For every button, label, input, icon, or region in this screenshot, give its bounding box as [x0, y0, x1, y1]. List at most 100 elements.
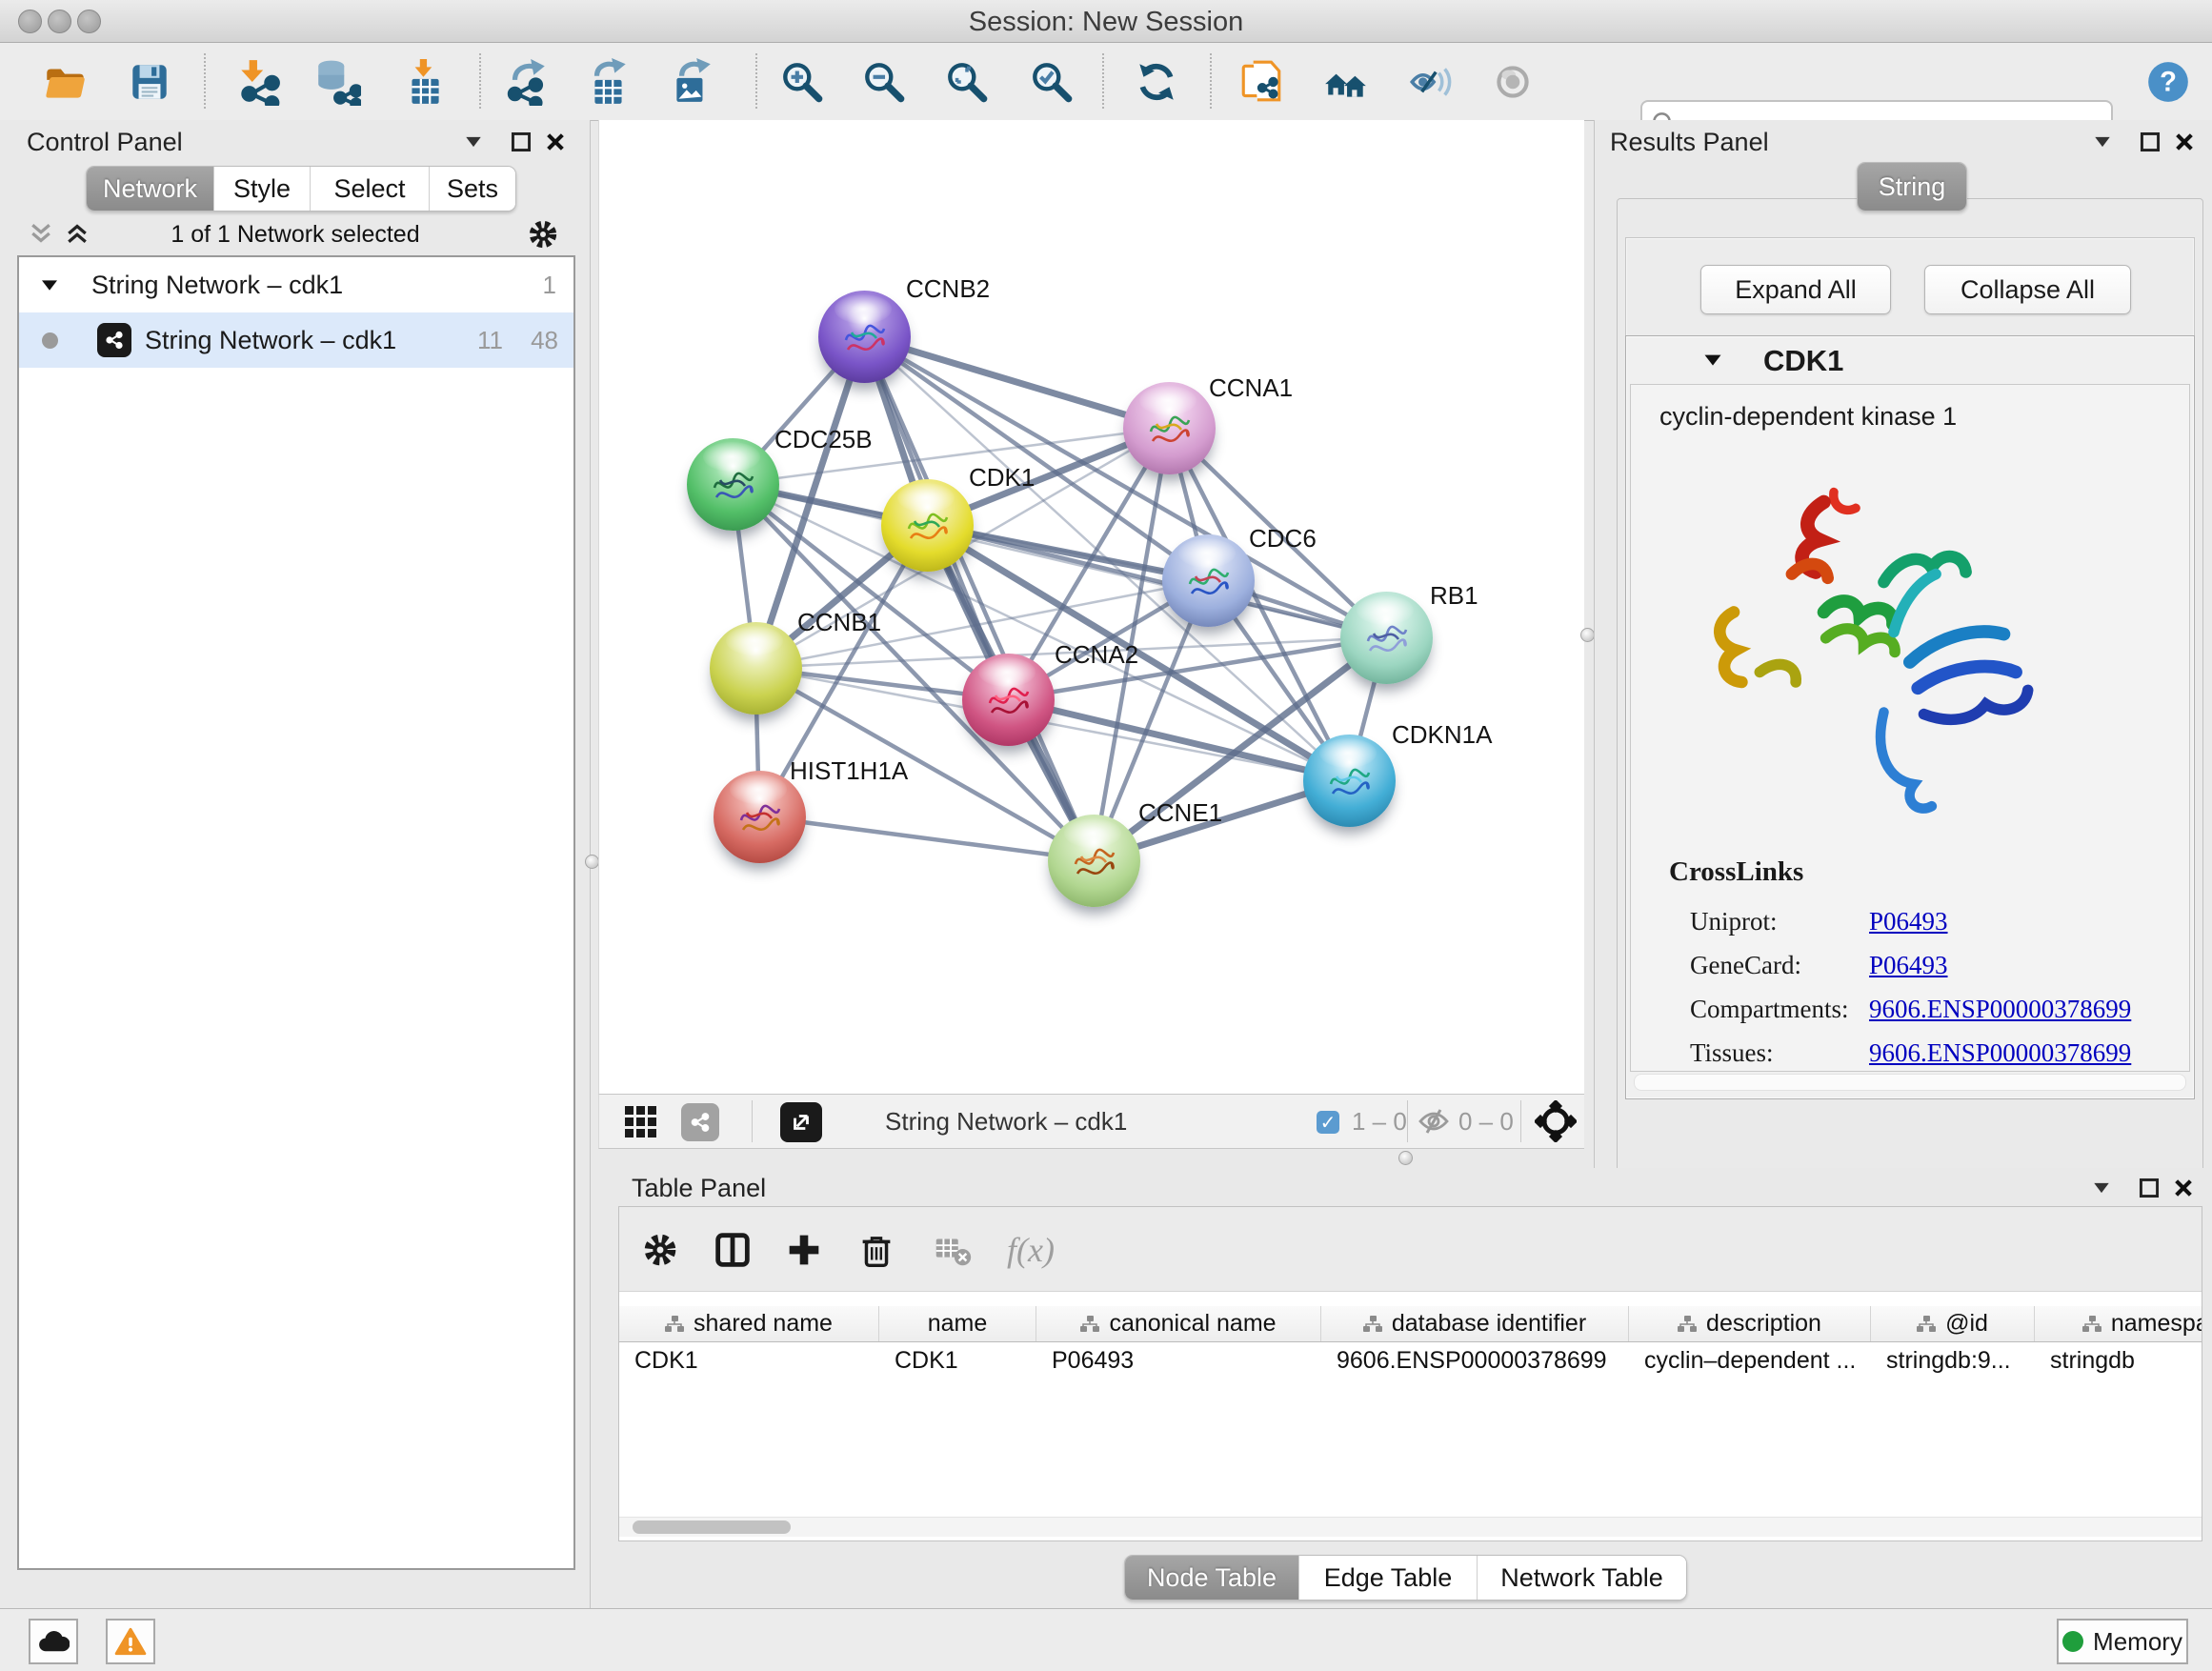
close-panel-icon[interactable]	[545, 131, 566, 152]
gene-section-scrollbar[interactable]	[1634, 1074, 2186, 1091]
crosslink-link[interactable]: P06493	[1869, 907, 1948, 936]
crosslink-link[interactable]: 9606.ENSP00000378699	[1869, 1038, 2131, 1068]
tab-sets[interactable]: Sets	[429, 167, 515, 211]
table-cell[interactable]: P06493	[1036, 1341, 1321, 1379]
expand-all-button[interactable]: Expand All	[1700, 265, 1891, 314]
network-node-CDC25B[interactable]	[687, 438, 779, 531]
network-options-gear-icon[interactable]	[524, 215, 562, 253]
network-node-CCNA1[interactable]	[1123, 382, 1216, 474]
right-splitter-handle[interactable]	[1580, 628, 1595, 642]
gene-section-header[interactable]: CDK1	[1626, 336, 2194, 384]
network-node-CCNB2[interactable]	[818, 291, 911, 383]
delete-column-trash-icon[interactable]	[851, 1224, 902, 1276]
network-row[interactable]: String Network – cdk1 11 48	[19, 312, 573, 368]
selected-checkbox-icon[interactable]: ✓	[1317, 1111, 1339, 1134]
zoom-fit-button[interactable]	[942, 56, 992, 108]
cloud-button[interactable]	[29, 1619, 78, 1664]
delete-table-icon[interactable]	[927, 1224, 978, 1276]
column-header-description[interactable]: description	[1629, 1306, 1871, 1341]
import-table-button[interactable]	[400, 56, 450, 108]
detach-view-icon[interactable]	[780, 1102, 822, 1142]
grid-view-icon[interactable]	[622, 1103, 658, 1139]
help-button[interactable]: ?	[2143, 56, 2193, 108]
network-node-RB1[interactable]	[1340, 592, 1433, 684]
tab-select[interactable]: Select	[310, 167, 429, 211]
table-cell[interactable]: stringdb:9...	[1871, 1341, 2035, 1379]
export-network-button[interactable]	[502, 56, 552, 108]
column-header-namespace[interactable]: namespace	[2035, 1306, 2202, 1341]
open-session-button[interactable]	[40, 56, 90, 108]
network-share-view-icon[interactable]	[681, 1103, 719, 1141]
birds-eye-button[interactable]	[1488, 56, 1538, 108]
table-cell[interactable]: CDK1	[619, 1341, 879, 1379]
network-node-CCNE1[interactable]	[1048, 815, 1140, 907]
float-panel-icon[interactable]	[2140, 131, 2161, 152]
table-cell[interactable]: CDK1	[879, 1341, 1036, 1379]
export-image-button[interactable]	[667, 56, 716, 108]
network-node-CCNA2[interactable]	[962, 654, 1055, 746]
network-canvas[interactable]: CCNB2CCNA1CDC25BCDK1CDC6RB1CCNB1CCNA2CDK…	[598, 120, 1584, 1094]
import-network-database-button[interactable]	[312, 56, 362, 108]
warnings-button[interactable]	[106, 1619, 155, 1664]
crosslink-link[interactable]: 9606.ENSP00000378699	[1869, 995, 2131, 1024]
close-panel-icon[interactable]	[2173, 1178, 2194, 1198]
memory-button[interactable]: Memory	[2057, 1619, 2188, 1664]
panel-menu-icon[interactable]	[2091, 1179, 2112, 1197]
gene-collapse-icon[interactable]	[1702, 352, 1723, 368]
save-session-button[interactable]	[125, 56, 174, 108]
horizontal-splitter-handle[interactable]	[1398, 1151, 1413, 1165]
column-header-name[interactable]: name	[879, 1306, 1036, 1341]
column-header-database-identifier[interactable]: database identifier	[1321, 1306, 1629, 1341]
network-view-dot-icon	[42, 332, 58, 349]
add-column-icon[interactable]	[778, 1224, 830, 1276]
hidden-counts: 0 – 0	[1458, 1107, 1514, 1137]
table-cell[interactable]: cyclin–dependent ...	[1629, 1341, 1871, 1379]
network-node-CDC6[interactable]	[1162, 534, 1255, 627]
panel-menu-icon[interactable]	[463, 133, 484, 151]
function-builder-icon[interactable]: f(x)	[993, 1224, 1069, 1276]
protein-structure-thumb-icon	[707, 461, 758, 513]
import-network-file-button[interactable]	[233, 56, 283, 108]
zoom-in-button[interactable]	[777, 56, 827, 108]
column-header--id[interactable]: @id	[1871, 1306, 2035, 1341]
column-header-canonical-name[interactable]: canonical name	[1036, 1306, 1321, 1341]
table-cell[interactable]: 9606.ENSP00000378699	[1321, 1341, 1629, 1379]
import-network-url-button[interactable]	[1237, 56, 1286, 108]
column-header-shared-name[interactable]: shared name	[619, 1306, 879, 1341]
table-hscrollbar-thumb[interactable]	[633, 1520, 791, 1534]
float-panel-icon[interactable]	[511, 131, 532, 152]
collection-collapse-icon[interactable]	[40, 277, 59, 292]
network-collection-row[interactable]: String Network – cdk1 1	[19, 257, 573, 312]
show-columns-icon[interactable]	[707, 1224, 758, 1276]
zoom-out-button[interactable]	[859, 56, 909, 108]
collapse-all-button[interactable]: Collapse All	[1924, 265, 2131, 314]
node-label-RB1: RB1	[1430, 581, 1478, 611]
zoom-selected-button[interactable]	[1027, 56, 1076, 108]
move-crosshair-icon[interactable]	[1535, 1100, 1577, 1142]
export-table-button[interactable]	[584, 56, 633, 108]
panel-menu-icon[interactable]	[2092, 133, 2113, 151]
homes-button[interactable]	[1321, 56, 1371, 108]
table-row[interactable]: CDK1CDK1P064939606.ENSP00000378699cyclin…	[619, 1341, 2202, 1379]
tab-string[interactable]: String	[1858, 163, 1966, 211]
tab-network-table[interactable]: Network Table	[1477, 1556, 1686, 1600]
table-cell[interactable]: stringdb	[2035, 1341, 2202, 1379]
tab-network[interactable]: Network	[87, 167, 213, 211]
graphics-details-button[interactable]	[1405, 56, 1455, 108]
toolbar-separator	[479, 53, 481, 109]
network-node-CDKN1A[interactable]	[1303, 735, 1396, 827]
table-hscrollbar[interactable]	[619, 1517, 2202, 1537]
float-panel-icon[interactable]	[2139, 1178, 2160, 1198]
network-node-CDK1[interactable]	[881, 479, 974, 572]
tab-node-table[interactable]: Node Table	[1125, 1556, 1298, 1600]
graphics-details-icon	[1406, 58, 1454, 106]
network-node-CCNB1[interactable]	[710, 622, 802, 715]
hidden-eye-slash-icon[interactable]	[1417, 1105, 1451, 1137]
tab-edge-table[interactable]: Edge Table	[1298, 1556, 1477, 1600]
apply-layout-button[interactable]	[1132, 56, 1181, 108]
crosslink-link[interactable]: P06493	[1869, 951, 1948, 980]
left-splitter-handle[interactable]	[585, 855, 599, 869]
tab-style[interactable]: Style	[213, 167, 310, 211]
close-panel-icon[interactable]	[2174, 131, 2195, 152]
table-settings-gear-icon[interactable]	[634, 1224, 686, 1276]
